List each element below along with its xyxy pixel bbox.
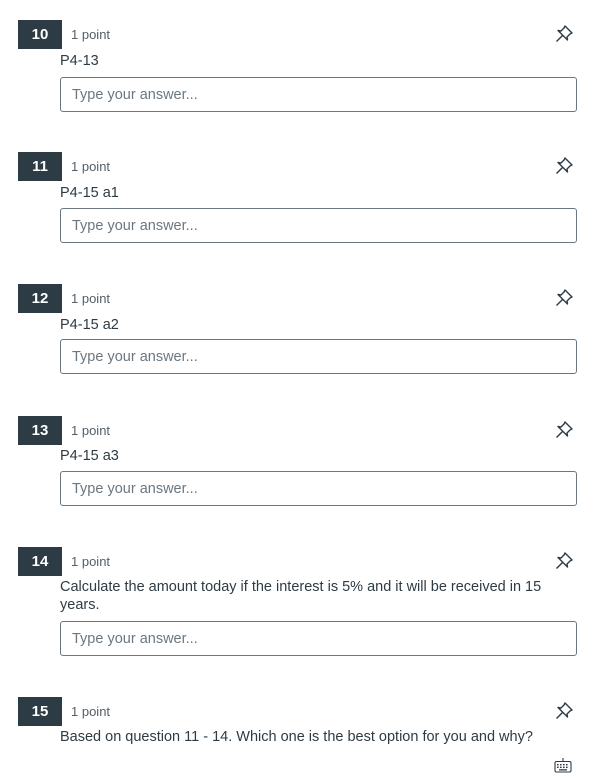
question-text: P4-15 a3 (60, 448, 119, 464)
question-points: 1 point (71, 554, 111, 569)
question-text: P4-15 a1 (60, 185, 119, 201)
answer-input[interactable] (60, 208, 577, 243)
question-number: 12 (18, 284, 62, 313)
question-points: 1 point (71, 291, 111, 306)
question-number: 13 (18, 416, 62, 445)
pin-icon[interactable] (554, 156, 574, 176)
question-text: Calculate the amount today if the intere… (60, 579, 542, 613)
question-text: P4-13 (60, 53, 99, 69)
question-points: 1 point (71, 27, 111, 42)
question-points: 1 point (71, 423, 111, 438)
answer-input[interactable] (60, 77, 577, 112)
question-points: 1 point (71, 159, 111, 174)
answer-input[interactable] (60, 471, 577, 506)
question-points: 1 point (71, 704, 111, 719)
answer-input[interactable] (60, 339, 577, 374)
keyboard-icon[interactable] (554, 757, 572, 773)
answer-input[interactable] (60, 621, 577, 656)
pin-icon[interactable] (554, 288, 574, 308)
question-text: P4-15 a2 (60, 317, 119, 333)
pin-icon[interactable] (554, 24, 574, 44)
question-number: 10 (18, 20, 62, 49)
question-text: Based on question 11 - 14. Which one is … (60, 729, 533, 745)
question-number: 14 (18, 547, 62, 576)
pin-icon[interactable] (554, 420, 574, 440)
pin-icon[interactable] (554, 551, 574, 571)
question-number: 15 (18, 697, 62, 726)
pin-icon[interactable] (554, 701, 574, 721)
question-number: 11 (18, 152, 62, 181)
